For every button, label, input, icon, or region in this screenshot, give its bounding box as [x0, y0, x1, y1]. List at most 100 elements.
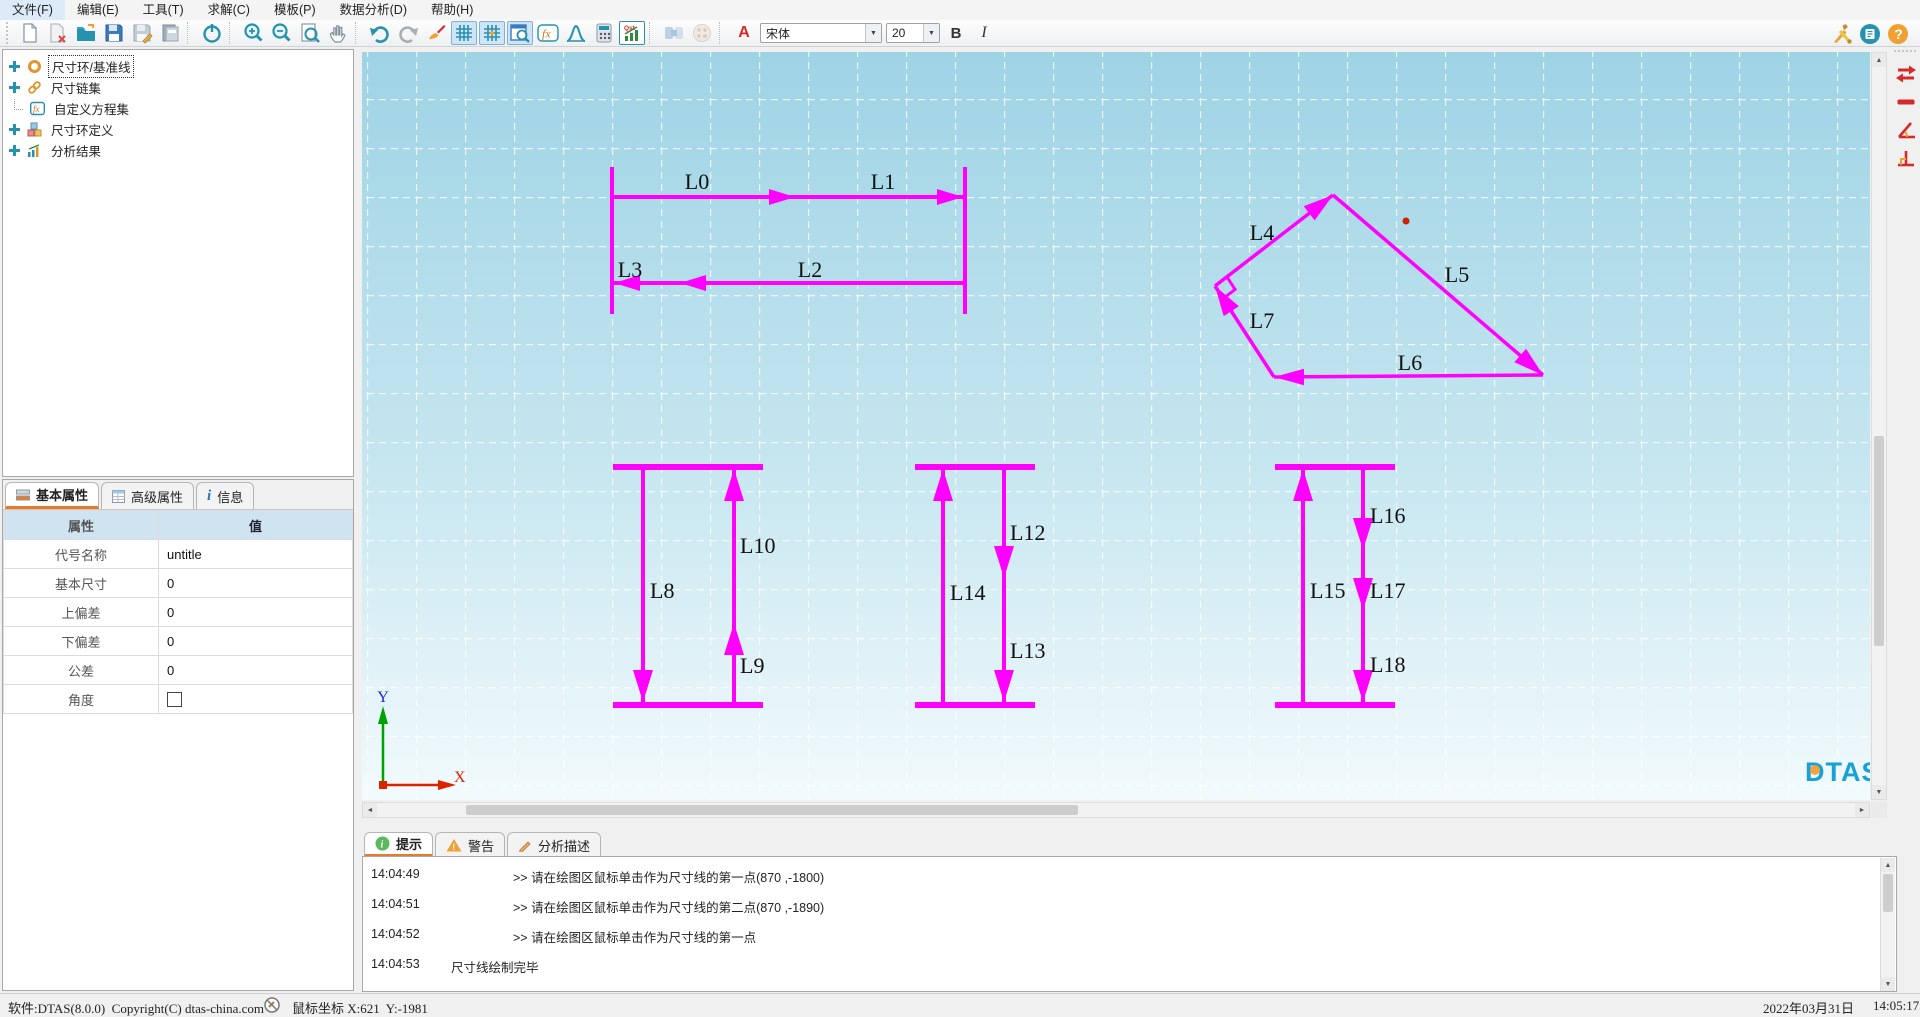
vertical-scroll-thumb[interactable] [1874, 436, 1884, 646]
tree-item-custom-equations[interactable]: fx 自定义方程集 [3, 98, 353, 119]
menu-item-help[interactable]: 帮助(H) [419, 0, 485, 20]
scroll-up-icon[interactable]: ▲ [1881, 858, 1895, 872]
menu-item-data-analysis[interactable]: 数据分析(D) [328, 0, 419, 20]
angle-dimension-button[interactable] [1892, 116, 1920, 144]
tree-item-label[interactable]: 尺寸链集 [48, 77, 104, 98]
log-entry[interactable]: 14:04:49 >> 请在绘图区鼠标单击作为尺寸线的第一点(870 ,-180… [363, 859, 1896, 889]
dimension-label-L4[interactable]: L4 [1250, 220, 1274, 245]
power-button[interactable] [199, 21, 225, 45]
dimension-label-L5[interactable]: L5 [1445, 262, 1469, 287]
tree-item-dimension-ring[interactable]: 尺寸环/基准线 [3, 56, 353, 77]
menu-item-edit[interactable]: 编辑(E) [65, 0, 131, 20]
expand-icon[interactable] [9, 82, 20, 93]
scroll-down-icon[interactable]: ▼ [1872, 785, 1886, 799]
dimension-label-L17[interactable]: L17 [1370, 578, 1405, 603]
tree-item-label[interactable]: 尺寸环/基准线 [48, 55, 134, 78]
dimension-label-L7[interactable]: L7 [1250, 308, 1274, 333]
expand-icon[interactable] [9, 124, 20, 135]
basic-size-cell[interactable]: 0 [159, 569, 353, 598]
menu-item-tools[interactable]: 工具(T) [131, 0, 196, 20]
message-list[interactable]: 14:04:49 >> 请在绘图区鼠标单击作为尺寸线的第一点(870 ,-180… [362, 856, 1897, 992]
distribution-button[interactable] [563, 21, 589, 45]
log-entry[interactable]: 14:04:53 尺寸线绘制完毕 [363, 949, 1896, 979]
help-button[interactable]: ? [1885, 22, 1911, 46]
save-as-button[interactable] [129, 21, 155, 45]
dimension-label-L9[interactable]: L9 [740, 653, 764, 678]
reference-point[interactable] [1403, 218, 1410, 225]
dimension-label-L1[interactable]: L1 [871, 169, 895, 194]
format-brush-button[interactable] [423, 21, 449, 45]
tab-info[interactable]: i 信息 [196, 482, 254, 509]
grid-toggle-button[interactable] [451, 21, 477, 45]
equation-button[interactable]: fx [535, 21, 561, 45]
perpendicular-button[interactable] [1892, 144, 1920, 172]
save-all-button[interactable] [157, 21, 183, 45]
chevron-down-icon[interactable]: ▼ [865, 24, 881, 42]
tab-warnings[interactable]: ! 警告 [435, 832, 505, 857]
new-file-button[interactable] [17, 21, 43, 45]
scroll-down-icon[interactable]: ▼ [1881, 977, 1895, 991]
menu-item-template[interactable]: 模板(P) [262, 0, 328, 20]
scroll-right-icon[interactable]: ► [1855, 803, 1869, 817]
report-button[interactable]: Qst [619, 21, 645, 45]
lower-deviation-cell[interactable]: 0 [159, 627, 353, 656]
tree-item-label[interactable]: 尺寸环定义 [48, 119, 117, 140]
dimension-label-L2[interactable]: L2 [798, 257, 822, 282]
calculator-button[interactable] [591, 21, 617, 45]
tab-analysis-description[interactable]: 分析描述 [507, 832, 601, 857]
preview-button[interactable] [507, 21, 533, 45]
settings-button[interactable] [1829, 22, 1855, 46]
font-size-select[interactable]: 20 ▼ [886, 23, 940, 43]
save-button[interactable] [101, 21, 127, 45]
manual-button[interactable] [1857, 22, 1883, 46]
tree-item-label[interactable]: 自定义方程集 [51, 98, 132, 119]
tab-basic-properties[interactable]: 基本属性 [5, 482, 99, 509]
italic-button[interactable]: I [971, 21, 997, 45]
chevron-down-icon[interactable]: ▼ [923, 24, 939, 42]
tab-advanced-properties[interactable]: 高级属性 [101, 482, 194, 509]
mirror-button[interactable] [661, 21, 687, 45]
redo-button[interactable] [395, 21, 421, 45]
vector-L6[interactable] [1274, 375, 1543, 377]
font-family-select[interactable]: 宋体 ▼ [760, 23, 882, 43]
linear-dimension-button[interactable] [1892, 88, 1920, 116]
expand-icon[interactable] [9, 61, 20, 72]
drawing-canvas[interactable]: L0 L1 L3 L2 L4 L5 L6 L7 [362, 52, 1870, 800]
undo-button[interactable] [367, 21, 393, 45]
zoom-in-button[interactable] [241, 21, 267, 45]
dimension-label-L15[interactable]: L15 [1310, 578, 1345, 603]
dimension-label-L12[interactable]: L12 [1010, 520, 1045, 545]
tab-hints[interactable]: i 提示 [364, 832, 433, 857]
scroll-up-icon[interactable]: ▲ [1872, 53, 1886, 67]
tree-item-analysis-results[interactable]: 分析结果 [3, 140, 353, 161]
tree-item-ring-definition[interactable]: 尺寸环定义 [3, 119, 353, 140]
log-scroll-thumb[interactable] [1883, 874, 1893, 912]
tree-item-label[interactable]: 分析结果 [48, 140, 104, 161]
dimension-label-L13[interactable]: L13 [1010, 638, 1045, 663]
dimension-label-L3[interactable]: L3 [618, 257, 642, 282]
angle-checkbox[interactable] [167, 692, 182, 707]
expand-icon[interactable] [9, 145, 20, 156]
dimension-label-L0[interactable]: L0 [685, 169, 709, 194]
name-value-cell[interactable]: untitle [159, 540, 353, 569]
menu-item-solve[interactable]: 求解(C) [196, 0, 262, 20]
zoom-out-button[interactable] [269, 21, 295, 45]
grid-snap-button[interactable] [479, 21, 505, 45]
dimension-label-L6[interactable]: L6 [1398, 350, 1422, 375]
log-vertical-scrollbar[interactable]: ▲ ▼ [1880, 858, 1895, 991]
dimension-label-L16[interactable]: L16 [1370, 503, 1405, 528]
zoom-window-button[interactable] [297, 21, 323, 45]
canvas-vertical-scrollbar[interactable]: ▲ ▼ [1871, 52, 1887, 800]
menu-item-file[interactable]: 文件(F) [0, 0, 65, 20]
open-file-button[interactable] [73, 21, 99, 45]
dimension-label-L18[interactable]: L18 [1370, 652, 1405, 677]
horizontal-scroll-thumb[interactable] [466, 805, 1078, 815]
upper-deviation-cell[interactable]: 0 [159, 598, 353, 627]
dimension-label-L10[interactable]: L10 [740, 533, 775, 558]
pan-button[interactable] [325, 21, 351, 45]
log-entry[interactable]: 14:04:51 >> 请在绘图区鼠标单击作为尺寸线的第二点(870 ,-189… [363, 889, 1896, 919]
dimension-label-L14[interactable]: L14 [950, 580, 985, 605]
tree-item-dimension-chain[interactable]: 尺寸链集 [3, 77, 353, 98]
bold-button[interactable]: B [943, 21, 969, 45]
dimension-label-L8[interactable]: L8 [650, 578, 674, 603]
